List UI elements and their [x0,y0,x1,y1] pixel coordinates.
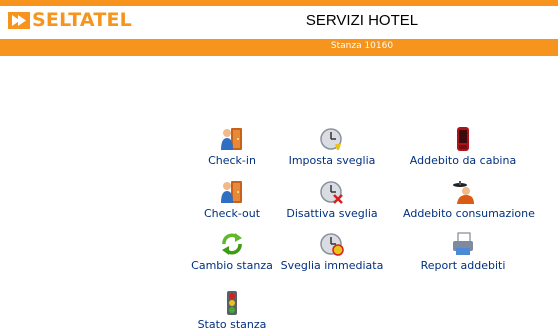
alarm-clock-ring-icon [320,233,344,256]
printer-report-icon [453,232,473,255]
immediate-alarm-label: Sveglia immediata [280,259,384,272]
alarm-clock-icon [320,128,342,150]
phone-booth-charge-button[interactable]: Addebito da cabina [403,126,523,167]
set-alarm-button[interactable]: Imposta sveglia [272,126,392,167]
consumption-charge-label: Addebito consumazione [403,207,535,220]
disable-alarm-button[interactable]: Disattiva sveglia [272,179,392,220]
room-status-label: Stato stanza [197,318,267,331]
page-title: SERVIZI HOTEL [305,12,419,29]
logo-arrow-icon [8,11,30,29]
room-status-button[interactable]: Stato stanza [172,290,292,331]
consumption-charge-button[interactable]: Addebito consumazione [403,179,535,220]
room-number: Stanza 10160 [330,41,394,51]
top-accent-bar [0,0,558,6]
logo-text: SELTATEL [32,9,132,31]
alarm-clock-off-icon [320,181,343,204]
waiter-icon [453,181,474,204]
refresh-arrows-icon [222,233,242,255]
traffic-light-icon [227,291,237,315]
phone-booth-charge-label: Addebito da cabina [409,154,517,167]
charges-report-label: Report addebiti [420,259,506,272]
door-person-icon [221,181,242,203]
set-alarm-label: Imposta sveglia [288,154,376,167]
charges-report-button[interactable]: Report addebiti [403,231,523,272]
phone-booth-icon [457,127,469,151]
disable-alarm-label: Disattiva sveglia [286,207,378,220]
logo: SELTATEL [8,9,132,31]
immediate-alarm-button[interactable]: Sveglia immediata [272,231,392,272]
door-person-icon [221,128,242,150]
